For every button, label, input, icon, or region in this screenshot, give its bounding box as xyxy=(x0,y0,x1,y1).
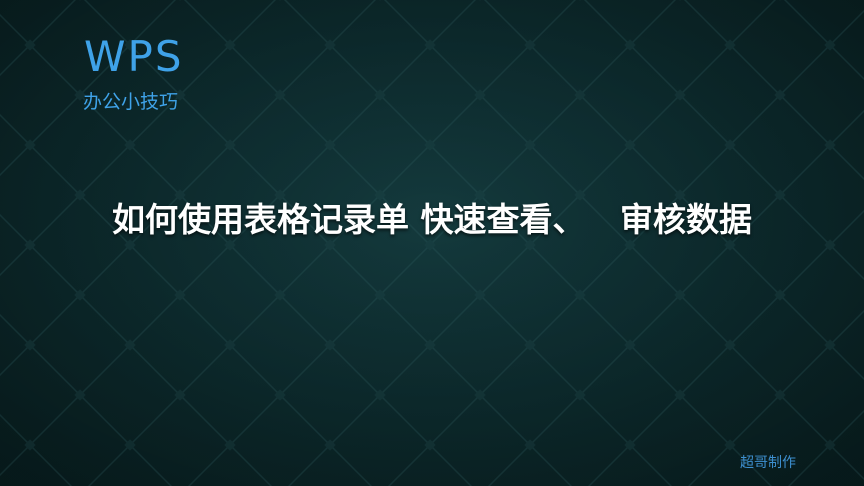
slide-title: 如何使用表格记录单 快速查看、 审核数据 xyxy=(112,200,752,239)
slide-canvas: WPS 办公小技巧 如何使用表格记录单 快速查看、 审核数据 超哥制作 xyxy=(0,0,864,486)
author-credit: 超哥制作 xyxy=(740,455,796,471)
wps-logo-subtitle: 办公小技巧 xyxy=(83,91,179,113)
wps-logo-title: WPS xyxy=(84,32,184,81)
